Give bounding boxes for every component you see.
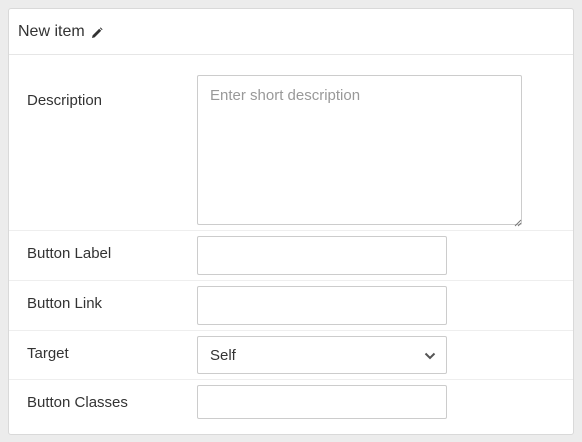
resize-grip-icon[interactable] (514, 214, 522, 227)
button-label-input[interactable] (197, 236, 447, 275)
chevron-down-icon (424, 349, 436, 361)
panel-header: New item (9, 9, 573, 55)
button-link-input[interactable] (197, 286, 447, 325)
description-row: Description (9, 56, 573, 231)
target-selected-value: Self (210, 346, 236, 364)
button-classes-label: Button Classes (27, 394, 128, 411)
description-textarea[interactable] (197, 75, 522, 225)
target-row: Target Self (9, 331, 573, 380)
button-classes-row: Button Classes (9, 380, 573, 435)
button-link-label: Button Link (27, 295, 103, 312)
button-label-label: Button Label (27, 245, 112, 262)
pencil-icon[interactable] (91, 26, 103, 39)
button-link-row: Button Link (9, 281, 573, 331)
target-label: Target (27, 345, 69, 362)
button-classes-input[interactable] (197, 385, 447, 419)
target-select[interactable]: Self (197, 336, 447, 374)
item-editor-panel: New item Description Button Label Button… (8, 8, 574, 435)
panel-title: New item (18, 22, 85, 40)
button-label-row: Button Label (9, 231, 573, 281)
description-label: Description (27, 92, 103, 109)
